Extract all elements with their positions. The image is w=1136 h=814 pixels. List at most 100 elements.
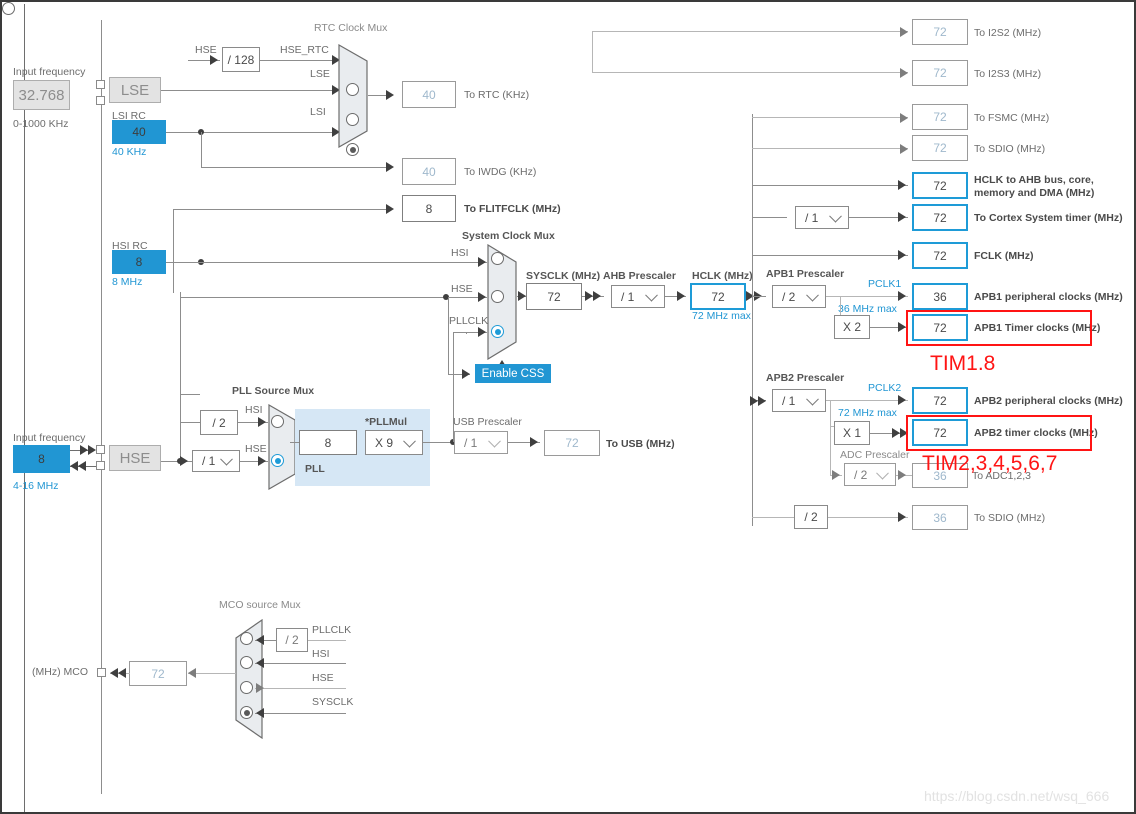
output-label-2: To FSMC (MHz) — [974, 112, 1050, 124]
lse-oscillator-box[interactable]: LSE — [109, 77, 161, 103]
output-value-3[interactable]: 72 — [912, 135, 968, 161]
hclk-value[interactable]: 72 — [690, 283, 746, 310]
mco-pin[interactable] — [97, 668, 106, 677]
plldiv-in-arrow — [180, 456, 188, 466]
hse-in-arrow-a — [80, 445, 88, 455]
usb-prescaler-value: / 1 — [464, 435, 478, 450]
rtc-mux-input-0-label: HSE_RTC — [280, 44, 329, 56]
rtc-clock-mux-title: RTC Clock Mux — [314, 22, 388, 34]
sysmux-radio-0[interactable] — [491, 252, 504, 265]
sdio-bottom-value[interactable]: 36 — [912, 505, 968, 530]
mcomux-radio-0[interactable] — [240, 632, 253, 645]
apb2-prescaler-select[interactable]: / 1 — [772, 389, 826, 412]
sysmux-input-1-line — [180, 297, 487, 298]
output-value-4[interactable]: 72 — [912, 172, 968, 199]
mcomux-radio-3[interactable] — [240, 706, 253, 719]
rtc-mux-radio-2[interactable] — [346, 143, 359, 156]
rtc-output-value[interactable]: 40 — [402, 81, 456, 108]
lse-pin-out[interactable] — [96, 96, 105, 105]
hsi-rc-value[interactable]: 8 — [112, 250, 166, 274]
sysmux-input-1-label: HSE — [451, 283, 473, 295]
rtc-mux-radio-1[interactable] — [346, 113, 359, 126]
mco-source-mux-title: MCO source Mux — [219, 599, 301, 611]
pllclk-stub — [466, 332, 467, 334]
mco-pin-arrow-b — [118, 668, 126, 678]
usb-value[interactable]: 72 — [544, 430, 600, 456]
watermark: https://blog.csdn.net/wsq_666 — [924, 788, 1110, 804]
pll-hse-divider-value: / 1 — [202, 454, 216, 468]
hse-input-frequency-value[interactable]: 8 — [13, 445, 70, 473]
sysmux-radio-2[interactable] — [491, 325, 504, 338]
mco-pllclk-divider[interactable]: / 2 — [276, 628, 308, 652]
pllmux-radio-0[interactable] — [271, 415, 284, 428]
apb1-prescaler-select[interactable]: / 2 — [772, 285, 826, 308]
ahb-prescaler-select[interactable]: / 1 — [611, 285, 665, 308]
chevron-down-icon — [403, 434, 416, 448]
usb-prescaler-select[interactable]: / 1 — [454, 431, 508, 454]
iwdg-output-value[interactable]: 40 — [402, 158, 456, 185]
lsi-rc-unit: 40 KHz — [112, 146, 147, 158]
apb1-periph-arrow — [898, 291, 906, 301]
apb2-timer-multiplier: X 1 — [834, 421, 870, 445]
usb-label: To USB (MHz) — [606, 438, 675, 450]
i2s-feed-vline — [592, 31, 593, 72]
mco-output-value[interactable]: 72 — [129, 661, 187, 686]
lse-input-frequency-value[interactable]: 32.768 — [13, 80, 70, 110]
pllmul-select[interactable]: X 9 — [365, 430, 423, 455]
rtc-hse-divider-128[interactable]: / 128 — [222, 47, 260, 72]
mcomux-input-1-arrow — [256, 658, 264, 668]
output-value-0[interactable]: 72 — [912, 19, 968, 45]
enable-css-button[interactable]: Enable CSS — [475, 364, 551, 383]
apb1-peripheral-value[interactable]: 36 — [912, 283, 968, 310]
chevron-down-icon — [645, 288, 658, 302]
sysclk-value[interactable]: 72 — [526, 283, 582, 310]
output-value-5[interactable]: 72 — [912, 204, 968, 231]
pll-hsi-divider[interactable]: / 2 — [200, 410, 238, 435]
mcomux-radio-2[interactable] — [240, 681, 253, 694]
cortex-prescaler-select[interactable]: / 1 — [795, 206, 849, 229]
output-value-6[interactable]: 72 — [912, 242, 968, 269]
adc-in-arrow — [832, 470, 840, 480]
flitfclk-label: To FLITFCLK (MHz) — [464, 203, 561, 215]
pll-hse-divider-select[interactable]: / 1 — [192, 450, 240, 472]
apb2-timer-highlight-box — [906, 415, 1092, 451]
mcomux-radio-1[interactable] — [240, 656, 253, 669]
pll-input-value[interactable]: 8 — [299, 430, 357, 455]
hsi-rc-unit: 8 MHz — [112, 276, 143, 288]
apb2-prescaler-value: / 1 — [782, 393, 796, 408]
lsi-rc-value[interactable]: 40 — [112, 120, 166, 144]
sdio-bottom-label: To SDIO (MHz) — [974, 512, 1046, 524]
adc-prescaler-select[interactable]: / 2 — [844, 463, 896, 486]
mco-output-label: (MHz) MCO — [32, 666, 88, 678]
sysmux-input-1-arrow — [478, 292, 486, 302]
lsi-to-iwdg-vline — [201, 132, 202, 167]
ahbbus-line — [752, 185, 908, 186]
hse-oscillator-box[interactable]: HSE — [109, 445, 161, 471]
pllmux-radio-1[interactable] — [271, 454, 284, 467]
hclk-distribution-bus — [752, 114, 753, 526]
sysmux-radio-1[interactable] — [491, 290, 504, 303]
output-value-2[interactable]: 72 — [912, 104, 968, 130]
iwdg-output-label: To IWDG (KHz) — [464, 166, 537, 178]
hse-out-arrow-a — [70, 461, 78, 471]
chevron-down-icon — [876, 466, 889, 480]
output-label-6: FCLK (MHz) — [974, 250, 1034, 262]
apb2-peripheral-value[interactable]: 72 — [912, 387, 968, 414]
chevron-down-icon — [829, 209, 842, 223]
flitfclk-value[interactable]: 8 — [402, 195, 456, 222]
apb2-peripheral-label: APB2 peripheral clocks (MHz) — [974, 395, 1123, 407]
apb1-pclk-label: PCLK1 — [868, 278, 902, 290]
rtc-hse-arrow — [210, 55, 218, 65]
apb1-in-line — [752, 296, 766, 297]
lse-pin-in[interactable] — [96, 80, 105, 89]
apb2-pclk-line — [826, 400, 908, 401]
hse-pin-in[interactable] — [96, 445, 105, 454]
rtc-mux-radio-0[interactable] — [346, 83, 359, 96]
usb-arrow — [530, 437, 538, 447]
sdio-bottom-divider: / 2 — [794, 505, 828, 529]
hse-pin-out[interactable] — [96, 461, 105, 470]
output-value-1[interactable]: 72 — [912, 60, 968, 86]
rtc-clock-mux[interactable] — [338, 44, 368, 148]
rtc-output-label: To RTC (KHz) — [464, 89, 530, 101]
clock-configuration-diagram: Input frequency 32.768 0-1000 KHz LSE LS… — [0, 0, 1136, 814]
